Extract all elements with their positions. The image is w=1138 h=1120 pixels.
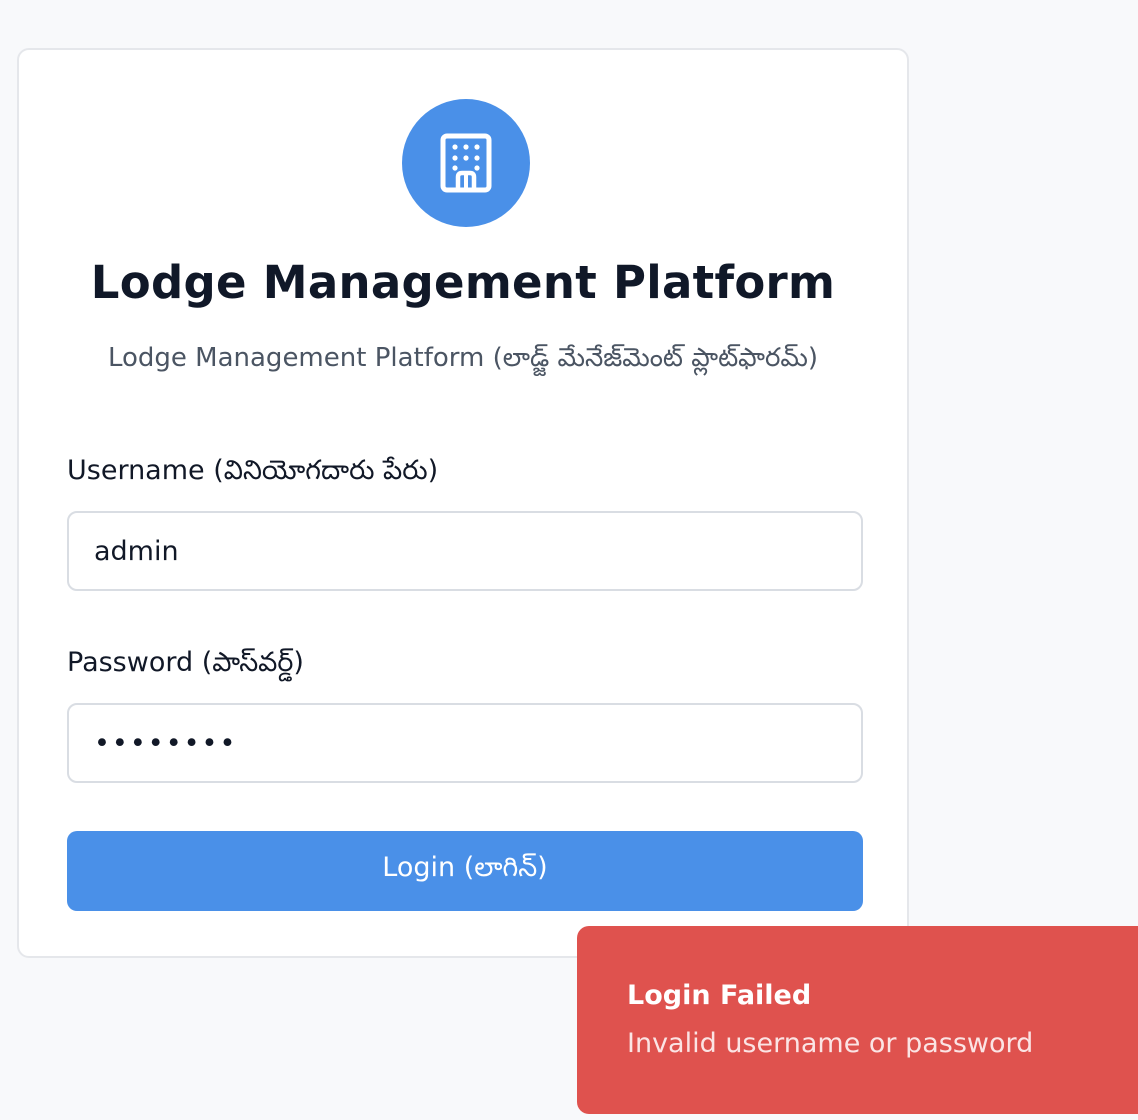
login-button[interactable]: Login (లాగిన్) [67,831,863,911]
error-toast[interactable]: Login Failed Invalid username or passwor… [577,926,1138,1114]
password-label: Password (పాస్‌వర్డ్) [67,647,304,678]
username-label: Username (వినియోగదారు పేరు) [67,455,439,486]
login-card: Lodge Management Platform Lodge Manageme… [17,48,909,958]
page-subtitle: Lodge Management Platform (లాడ్జ్ మేనేజ్… [107,343,819,373]
building-icon [440,133,492,193]
password-input[interactable] [67,703,863,783]
page-title: Lodge Management Platform [90,256,836,309]
username-input[interactable] [67,511,863,591]
logo-badge [402,99,530,227]
toast-message: Invalid username or password [627,1028,1034,1059]
toast-title: Login Failed [627,980,812,1011]
